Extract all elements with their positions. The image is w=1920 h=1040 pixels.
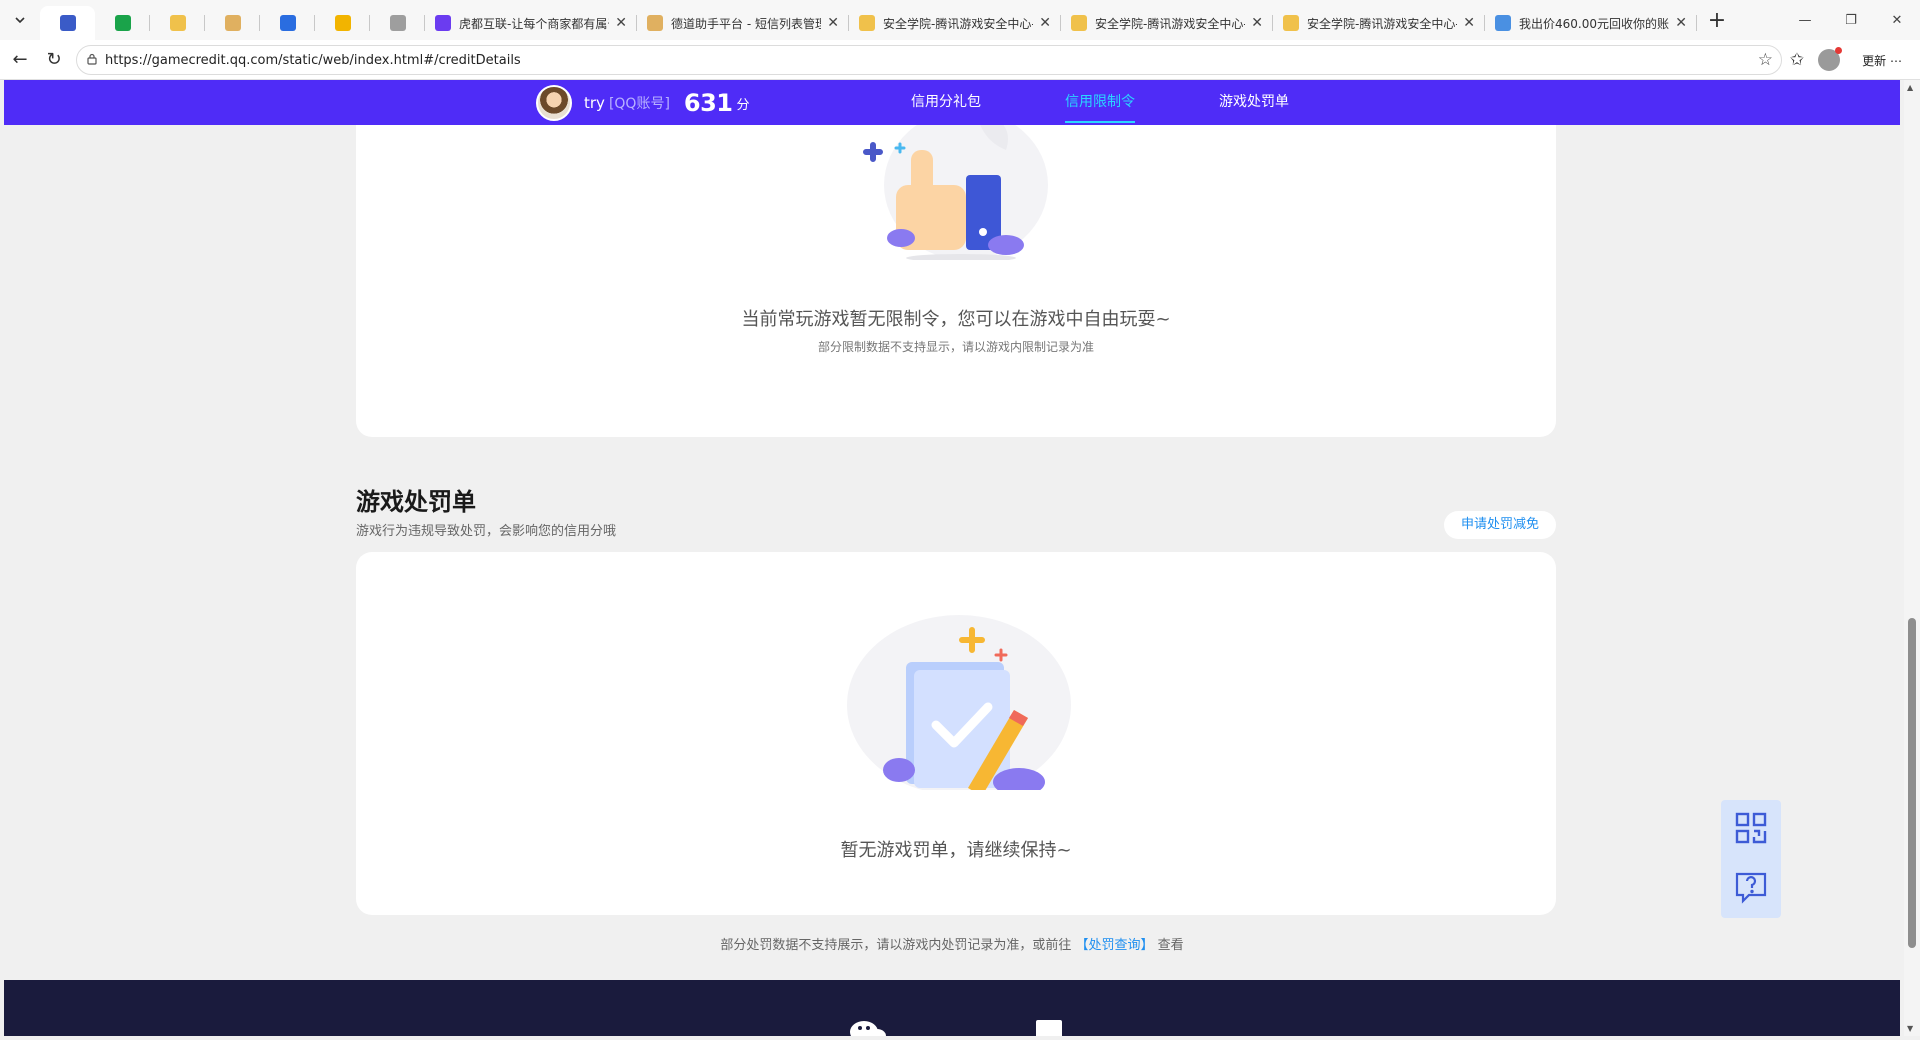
site-footer [4,980,1900,1036]
qr-code-icon [1734,811,1768,849]
close-tab-icon[interactable]: ✕ [1463,15,1475,31]
pinned-tab[interactable] [205,6,260,40]
penalty-section-title: 游戏处罚单 [356,488,476,516]
close-tab-icon[interactable]: ✕ [1039,15,1051,31]
moon-icon [224,15,241,31]
star-icon[interactable]: ☆ [1758,50,1773,70]
browser-tab[interactable]: 德道助手平台 - 短信列表管理 ✕ [637,6,849,40]
browser-tab[interactable]: 虎都互联-让每个商家都有属于 ✕ [425,6,637,40]
restriction-empty-title: 当前常玩游戏暂无限制令，您可以在游戏中自由玩耍~ [741,309,1171,330]
pinned-tab[interactable] [40,6,95,40]
site-header: try [QQ账号] 631 分 信用分礼包 信用限制令 游戏处罚单 [4,80,1900,125]
arrow-left-icon: ← [12,49,28,70]
wechat-icon[interactable] [850,1016,886,1036]
update-label: 更新 [1862,53,1887,68]
profile-avatar[interactable] [1818,47,1843,71]
browser-tab[interactable]: 安全学院-腾讯游戏安全中心-腾讯 ✕ [849,6,1061,40]
question-chat-icon [1734,870,1768,908]
penalty-empty-title: 暂无游戏罚单，请继续保持~ [840,840,1072,861]
feedback-button[interactable] [1721,859,1781,918]
page-scrollbar[interactable]: ▲ ▼ [1904,80,1920,1036]
minimize-button[interactable]: — [1782,0,1828,40]
chevron-down-icon [14,11,26,30]
folder-icon [334,15,351,31]
favorites-icon[interactable]: ✩ [1790,50,1804,70]
moon-icon [647,15,663,31]
circle-icon [114,15,131,31]
credit-score: 631 [683,89,733,117]
window-controls: — ❐ ✕ [1782,0,1920,40]
browser-tab[interactable]: 安全学院-腾讯游戏安全中心-腾讯 ✕ [1061,6,1273,40]
scroll-up-arrow-icon[interactable]: ▲ [1907,83,1913,92]
tab-search-button[interactable] [0,0,40,40]
close-tab-icon[interactable]: ✕ [615,15,627,31]
tab-title: 安全学院-腾讯游戏安全中心-腾讯 [1307,16,1457,31]
reload-button[interactable]: ↻ [40,46,68,74]
lock-icon [87,53,97,68]
qr-code-button[interactable] [1721,800,1781,859]
tab-title: 德道助手平台 - 短信列表管理 [671,16,822,31]
mail-icon[interactable] [1036,1020,1062,1036]
restriction-card: 当前常玩游戏暂无限制令，您可以在游戏中自由玩耍~ 部分限制数据不支持显示，请以游… [356,80,1556,437]
nav-credit-gift[interactable]: 信用分礼包 [911,80,981,125]
restore-button[interactable]: ❐ [1828,0,1874,40]
close-tab-icon[interactable]: ✕ [827,15,839,31]
pinned-tab[interactable] [370,6,425,40]
search-icon [1495,15,1511,31]
pinned-tab[interactable] [315,6,370,40]
url-text: https://gamecredit.qq.com/static/web/ind… [105,52,521,68]
penalty-bottom-note: 部分处罚数据不支持展示，请以游戏内处罚记录为准，或前往 【处罚查询】 查看 [4,934,1900,953]
update-button[interactable]: 更新 ⋯ [1854,48,1910,73]
toolbar-right: ✩ 更新 ⋯ [1790,45,1910,75]
close-window-button[interactable]: ✕ [1874,0,1920,40]
browser-toolbar: ← ↻ https://gamecredit.qq.com/static/web… [0,40,1920,80]
user-name: try [584,94,605,112]
address-bar[interactable]: https://gamecredit.qq.com/static/web/ind… [76,45,1782,75]
browser-tab[interactable]: 安全学院-腾讯游戏安全中心-腾讯 ✕ [1273,6,1485,40]
pinned-tab[interactable] [95,6,150,40]
browser-tab[interactable]: 我出价460.00元回收你的账号 ✕ [1485,6,1697,40]
user-avatar[interactable] [536,85,572,121]
page-viewport: 当前常玩游戏暂无限制令，您可以在游戏中自由玩耍~ 部分限制数据不支持显示，请以游… [4,80,1900,1036]
penalty-query-link[interactable]: 【处罚查询】 [1075,938,1153,953]
apply-penalty-reduction-button[interactable]: 申请处罚减免 [1444,511,1556,539]
tab-title: 我出价460.00元回收你的账号 [1519,16,1670,31]
floating-side-panel [1721,800,1781,918]
bottom-note-text: 部分处罚数据不支持展示，请以游戏内处罚记录为准，或前往 [720,938,1072,953]
scroll-down-arrow-icon[interactable]: ▼ [1907,1024,1913,1033]
close-tab-icon[interactable]: ✕ [1251,15,1263,31]
nav-credit-restriction[interactable]: 信用限制令 [1065,80,1135,125]
xg-icon [435,15,451,31]
restriction-empty-subtitle: 部分限制数据不支持显示，请以游戏内限制记录为准 [817,340,1094,354]
bottom-note-suffix: 查看 [1157,938,1184,953]
tab-title: 安全学院-腾讯游戏安全中心-腾讯 [883,16,1033,31]
diamond-icon [859,15,875,31]
reload-icon: ↻ [46,49,62,70]
user-info: try [QQ账号] 631 分 [536,85,750,121]
penalty-section-desc: 游戏行为违规导致处罚，会影响您的信用分哦 [356,524,617,539]
pinned-tab[interactable] [150,6,205,40]
new-tab-button[interactable]: + [1697,0,1737,40]
vpn-icon [279,15,296,31]
shield-icon [59,15,76,31]
tab-strip: 虎都互联-让每个商家都有属于 ✕ 德道助手平台 - 短信列表管理 ✕ 安全学院-腾讯游戏… [0,0,1920,40]
nav-game-penalty[interactable]: 游戏处罚单 [1219,80,1289,125]
tab-title: 虎都互联-让每个商家都有属于 [459,16,610,31]
scrollbar-thumb[interactable] [1908,618,1916,948]
diamond-icon [1283,15,1299,31]
gear-icon [389,15,406,31]
checklist-pencil-illustration-icon [844,600,1074,796]
credit-score-unit: 分 [736,97,750,113]
diamond-icon [1071,15,1087,31]
account-type: [QQ账号] [608,96,670,112]
back-button[interactable]: ← [6,46,34,74]
plus-icon: + [1707,7,1727,33]
tab-title: 安全学院-腾讯游戏安全中心-腾讯 [1095,16,1245,31]
pinned-tab[interactable] [260,6,315,40]
close-tab-icon[interactable]: ✕ [1675,15,1687,31]
diamond-icon [169,15,186,31]
penalty-card: 暂无游戏罚单，请继续保持~ [356,552,1556,915]
